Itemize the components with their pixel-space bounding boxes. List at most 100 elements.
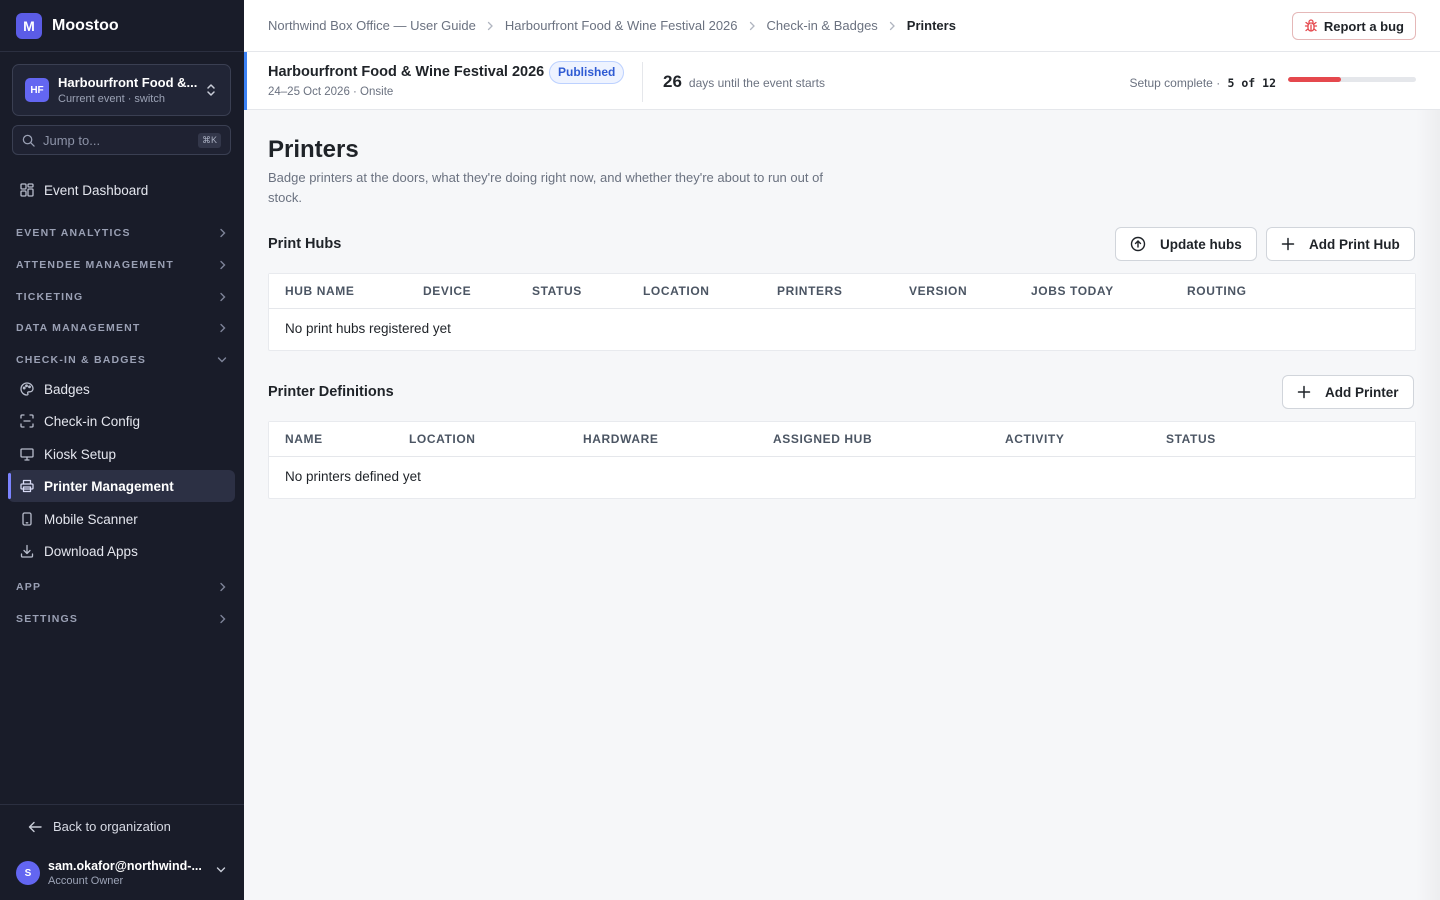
section-event-analytics[interactable]: EVENT ANALYTICS — [16, 223, 227, 243]
breadcrumb-item[interactable]: Harbourfront Food & Wine Festival 2026 — [505, 18, 738, 33]
palette-icon — [20, 382, 34, 396]
back-to-organization-label: Back to organization — [53, 819, 171, 834]
avatar: S — [16, 861, 40, 885]
user-email: sam.okafor@northwind-... — [48, 859, 202, 873]
section-data-management[interactable]: DATA MANAGEMENT — [16, 318, 227, 338]
add-print-hub-button[interactable]: Add Print Hub — [1266, 227, 1415, 261]
chevron-right-icon — [219, 614, 227, 624]
column-header[interactable]: LOCATION — [409, 432, 476, 446]
section-settings[interactable]: SETTINGS — [16, 609, 227, 629]
sidebar-item-event-dashboard[interactable]: Event Dashboard — [8, 174, 235, 206]
breadcrumb: Northwind Box Office — User Guide Harbou… — [268, 18, 956, 33]
user-menu[interactable]: S sam.okafor@northwind-... Account Owner — [16, 857, 228, 889]
scan-icon — [20, 414, 34, 428]
monitor-icon — [20, 447, 34, 461]
breadcrumb-current: Printers — [906, 18, 956, 33]
add-printer-label: Add Printer — [1325, 384, 1399, 400]
status-badge: Published — [549, 61, 625, 84]
report-bug-button[interactable]: Report a bug — [1291, 12, 1416, 40]
event-switcher-subtitle: Current event · switch — [58, 93, 165, 105]
empty-state-row: No printers defined yet — [269, 457, 1415, 498]
column-header[interactable]: DEVICE — [423, 284, 471, 298]
sidebar-item-mobile-scanner[interactable]: Mobile Scanner — [8, 503, 235, 535]
breadcrumb-item[interactable]: Check-in & Badges — [767, 18, 878, 33]
plus-icon — [1297, 385, 1311, 399]
table-header: NAME LOCATION HARDWARE ASSIGNED HUB ACTI… — [269, 422, 1415, 457]
page-title: Printers — [268, 136, 359, 163]
column-header[interactable]: LOCATION — [643, 284, 710, 298]
section-label: ATTENDEE MANAGEMENT — [16, 259, 174, 271]
brand[interactable]: M Moostoo — [0, 0, 244, 52]
setup-count: 5 of 12 — [1227, 76, 1276, 90]
app-logo: M — [16, 12, 42, 39]
section-ticketing[interactable]: TICKETING — [16, 287, 227, 307]
printer-icon — [20, 479, 34, 493]
sidebar-item-download-apps[interactable]: Download Apps — [8, 535, 235, 567]
download-icon — [20, 544, 34, 558]
update-hubs-button[interactable]: Update hubs — [1115, 227, 1257, 261]
sidebar-item-label: Mobile Scanner — [44, 511, 138, 527]
empty-state-row: No print hubs registered yet — [269, 309, 1415, 350]
event-switcher[interactable]: HF Harbourfront Food &... Current event … — [12, 64, 231, 116]
column-header[interactable]: ASSIGNED HUB — [773, 432, 872, 446]
event-switcher-name: Harbourfront Food &... — [58, 75, 198, 90]
sidebar-item-kiosk-setup[interactable]: Kiosk Setup — [8, 438, 235, 470]
section-label: APP — [16, 581, 42, 593]
column-header[interactable]: JOBS TODAY — [1031, 284, 1114, 298]
event-dates: 24–25 Oct 2026 · Onsite — [268, 86, 394, 98]
sidebar-footer: Back to organization S sam.okafor@northw… — [0, 804, 244, 900]
column-header[interactable]: PRINTERS — [777, 284, 842, 298]
add-printer-button[interactable]: Add Printer — [1282, 375, 1414, 409]
section-check-in-badges[interactable]: CHECK-IN & BADGES — [16, 350, 227, 370]
grid-icon — [20, 183, 34, 197]
section-label: EVENT ANALYTICS — [16, 227, 131, 239]
breadcrumb-item[interactable]: Northwind Box Office — User Guide — [268, 18, 476, 33]
sidebar-item-badges[interactable]: Badges — [8, 373, 235, 405]
search-icon — [22, 134, 35, 147]
column-header[interactable]: HUB NAME — [285, 284, 354, 298]
sidebar-item-label: Kiosk Setup — [44, 446, 117, 462]
print-hubs-table: HUB NAME DEVICE STATUS LOCATION PRINTERS… — [268, 273, 1416, 351]
setup-label: Setup complete · — [1129, 76, 1221, 90]
sidebar-item-check-in-config[interactable]: Check-in Config — [8, 405, 235, 437]
column-header[interactable]: STATUS — [1166, 432, 1216, 446]
search-placeholder: Jump to... — [43, 132, 101, 148]
upload-circle-icon — [1130, 236, 1146, 252]
setup-progress-fill — [1288, 77, 1342, 82]
table-header: HUB NAME DEVICE STATUS LOCATION PRINTERS… — [269, 274, 1415, 309]
setup-progress-text[interactable]: Setup complete · 5 of 12 — [1129, 76, 1276, 90]
chevron-right-icon — [487, 21, 494, 31]
section-label: CHECK-IN & BADGES — [16, 354, 147, 366]
column-header[interactable]: VERSION — [909, 284, 967, 298]
section-label: SETTINGS — [16, 613, 79, 625]
column-header[interactable]: ROUTING — [1187, 284, 1247, 298]
report-bug-label: Report a bug — [1323, 18, 1404, 34]
bug-icon — [1304, 19, 1318, 33]
printer-definitions-title: Printer Definitions — [268, 384, 394, 400]
days-count: 26 — [663, 72, 682, 91]
shortcut-badge: ⌘K — [197, 133, 221, 148]
back-to-organization-link[interactable]: Back to organization — [28, 819, 171, 834]
setup-progress-bar — [1288, 77, 1416, 82]
print-hubs-title: Print Hubs — [268, 236, 342, 252]
section-label: TICKETING — [16, 291, 84, 303]
column-header[interactable]: STATUS — [532, 284, 582, 298]
section-attendee-management[interactable]: ATTENDEE MANAGEMENT — [16, 255, 227, 275]
update-hubs-label: Update hubs — [1160, 236, 1242, 252]
event-title: Harbourfront Food & Wine Festival 2026 — [268, 64, 545, 80]
app-name: Moostoo — [52, 16, 119, 34]
days-label: days until the event starts — [688, 76, 825, 90]
event-header: Harbourfront Food & Wine Festival 2026 P… — [244, 52, 1440, 110]
chevron-right-icon — [219, 323, 227, 333]
chevron-down-icon — [217, 356, 227, 364]
column-header[interactable]: HARDWARE — [583, 432, 658, 446]
sidebar-item-printer-management[interactable]: Printer Management — [8, 470, 235, 502]
jump-to-search[interactable]: Jump to... ⌘K — [12, 125, 231, 155]
column-header[interactable]: ACTIVITY — [1005, 432, 1064, 446]
column-header[interactable]: NAME — [285, 432, 323, 446]
sidebar: M Moostoo HF Harbourfront Food &... Curr… — [0, 0, 244, 900]
add-print-hub-label: Add Print Hub — [1309, 236, 1400, 252]
section-app[interactable]: APP — [16, 577, 227, 597]
plus-icon — [1281, 237, 1295, 251]
page-description: Badge printers at the doors, what they'r… — [268, 170, 823, 205]
